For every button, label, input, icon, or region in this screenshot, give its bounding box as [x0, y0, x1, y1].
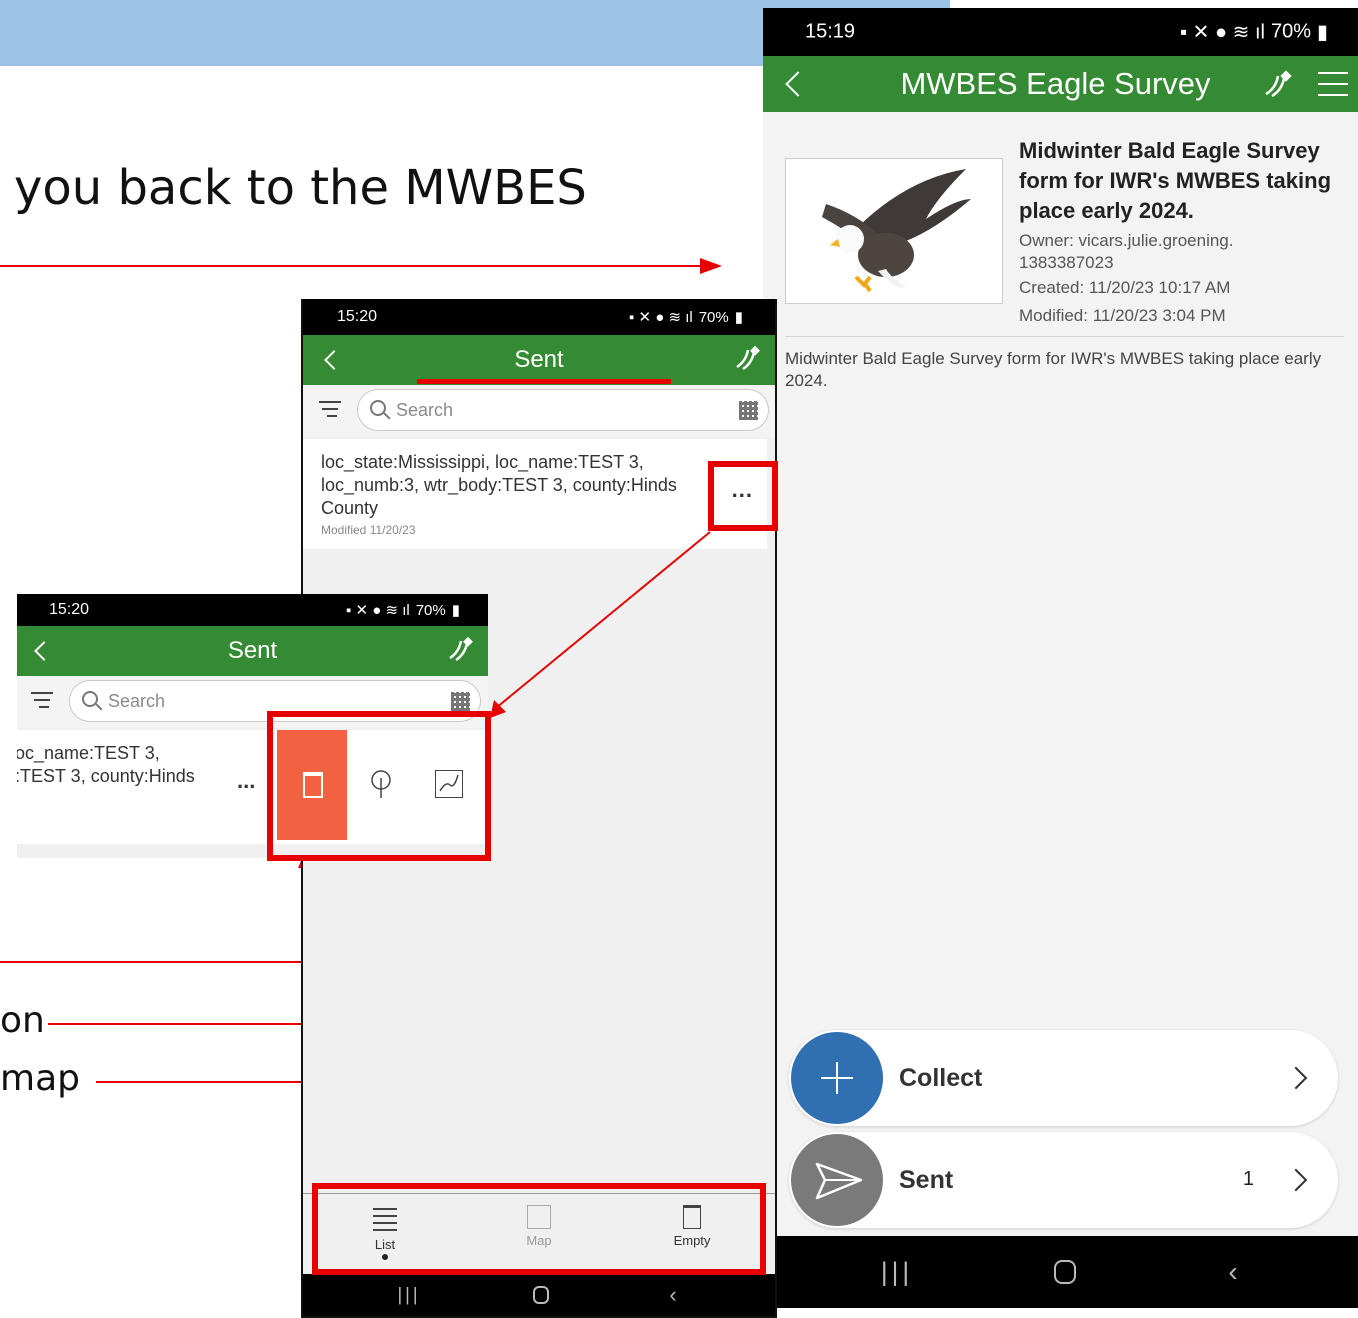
sent-label: Sent [899, 1166, 954, 1194]
search-row: Search [303, 385, 775, 437]
list-item-modified: Modified 11/20/23 [321, 523, 416, 537]
status-bar: 15:20 ▪ ✕ ● ≋ ıl 70% ▮ [17, 594, 488, 626]
gps-satellite-icon[interactable] [733, 345, 765, 373]
status-bar: 15:19 ▪ ✕ ● ≋ ıl 70% ▮ [763, 8, 1358, 56]
form-modified: Modified: 11/20/23 3:04 PM [1019, 306, 1226, 325]
battery-icon: ▮ [734, 309, 743, 326]
battery-level: 70% [698, 308, 729, 326]
status-icons: ▪ ✕ ● ≋ ıl 70% ▮ [1180, 20, 1328, 45]
sent-button[interactable]: Sent 1 [789, 1132, 1338, 1228]
battery-icon: ▮ [1316, 21, 1328, 44]
back-nav-icon[interactable]: ‹ [669, 1282, 676, 1308]
survey-thumbnail [785, 158, 1003, 304]
callout-arrow-diagonal [490, 531, 711, 718]
sort-icon[interactable] [319, 401, 341, 422]
home-icon[interactable] [533, 1286, 549, 1304]
form-created: Created: 11/20/23 10:17 AM [1019, 278, 1231, 297]
collect-label: Collect [899, 1064, 983, 1092]
form-title: Midwinter Bald Eagle Survey form for IWR… [1019, 138, 1332, 223]
list-item-text-line1: oc_name:TEST 3, [17, 743, 160, 763]
tab-bar-highlight [312, 1183, 766, 1275]
divider [785, 336, 1344, 337]
search-icon [370, 400, 386, 416]
chevron-right-icon [1284, 1066, 1308, 1090]
more-options-button[interactable]: ... [237, 768, 255, 794]
battery-level: 70% [1270, 20, 1311, 43]
search-icon [82, 691, 98, 707]
search-placeholder: Search [108, 691, 166, 711]
android-nav-bar: ||| ‹ [303, 1274, 775, 1316]
form-owner: Owner: vicars.julie.groening. 1383387023 [1019, 231, 1234, 272]
status-time: 15:20 [49, 601, 90, 618]
chevron-right-icon [1284, 1168, 1308, 1192]
phone-survey-overview: 15:19 ▪ ✕ ● ≋ ıl 70% ▮ MWBES Eagle Surve… [763, 8, 1358, 1308]
search-placeholder: Search [396, 400, 454, 420]
collect-button[interactable]: Collect [789, 1030, 1338, 1126]
add-icon [791, 1032, 883, 1124]
callout-arrowhead [700, 258, 722, 274]
signal-icon: ▪ ✕ ● ≋ ıl [1180, 21, 1265, 44]
menu-icon[interactable] [1318, 72, 1348, 96]
search-input[interactable]: Search [357, 389, 769, 431]
status-time: 15:19 [805, 20, 856, 43]
app-bar: MWBES Eagle Survey [763, 56, 1358, 112]
gps-satellite-icon[interactable] [1262, 70, 1296, 100]
sort-icon[interactable] [31, 692, 53, 713]
form-description: Midwinter Bald Eagle Survey form for IWR… [785, 349, 1322, 390]
status-icons: ▪ ✕ ● ≋ ıl 70% ▮ [346, 601, 460, 620]
battery-level: 70% [415, 601, 446, 619]
battery-icon: ▮ [451, 602, 460, 619]
qr-code-icon[interactable] [451, 692, 470, 711]
recent-apps-icon[interactable]: ||| [397, 1285, 420, 1306]
status-bar: 15:20 ▪ ✕ ● ≋ ıl 70% ▮ [303, 299, 775, 335]
list-item-text-line2: :TEST 3, county:Hinds [17, 766, 195, 786]
status-icons: ▪ ✕ ● ≋ ıl 70% ▮ [629, 308, 743, 327]
back-nav-icon[interactable]: ‹ [1228, 1256, 1237, 1288]
gps-satellite-icon[interactable] [446, 636, 478, 664]
status-time: 15:20 [337, 308, 378, 325]
sent-count-badge: 1 [1242, 1168, 1254, 1190]
title-highlight-underline [417, 379, 671, 384]
home-icon[interactable] [1054, 1260, 1076, 1284]
recent-apps-icon[interactable]: ||| [881, 1257, 913, 1288]
page-title: Sent [227, 637, 278, 664]
signal-icon: ▪ ✕ ● ≋ ıl [629, 309, 693, 326]
callout-arrow-line [0, 265, 710, 267]
qr-code-icon[interactable] [739, 401, 758, 420]
slide-caption: you back to the MWBES [14, 160, 587, 216]
app-bar: Sent [17, 626, 488, 676]
eagle-image [822, 169, 971, 293]
page-title: Sent [514, 346, 564, 373]
app-bar: Sent [303, 335, 775, 385]
android-nav-bar: ||| ‹ [763, 1236, 1358, 1308]
send-icon [791, 1134, 883, 1226]
signal-icon: ▪ ✕ ● ≋ ıl [346, 602, 410, 619]
more-options-highlight [708, 461, 778, 531]
swipe-actions-highlight [267, 711, 491, 861]
list-item-text: loc_state:Mississippi, loc_name:TEST 3, … [321, 452, 677, 518]
